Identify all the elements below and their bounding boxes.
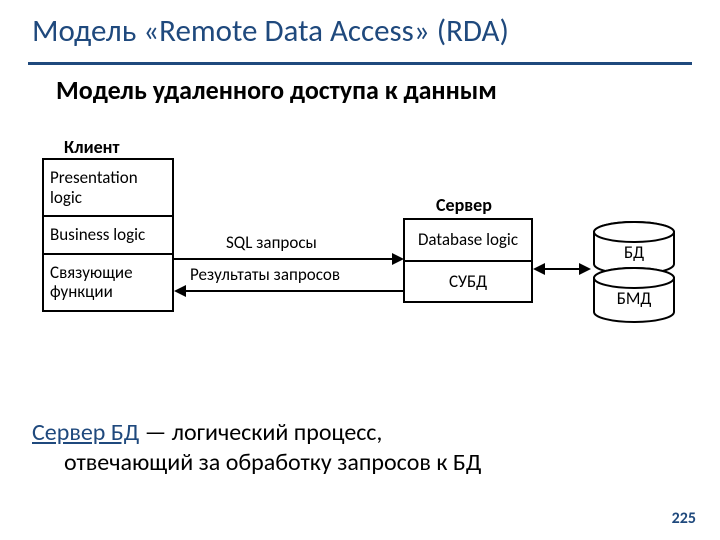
- server-label: Сервер: [436, 194, 492, 216]
- storage-stack: БД БМД: [590, 220, 678, 337]
- cylinder-icon: [590, 220, 678, 332]
- server-dblogic-cell: Database logic: [405, 220, 531, 260]
- page-number: 225: [672, 509, 696, 528]
- server-subd-cell: СУБД: [405, 260, 531, 302]
- definition-rest1: — логический процесс,: [139, 418, 382, 447]
- arrow-sql-label: SQL запросы: [226, 232, 317, 253]
- arrow-results: [174, 284, 404, 298]
- server-box: Database logic СУБД: [403, 218, 533, 303]
- definition: Сервер БД — логический процесс, отвечающ…: [32, 418, 672, 478]
- storage-bmd-label: БМД: [594, 288, 674, 309]
- slide-subtitle: Модель удаленного доступа к данным: [56, 74, 497, 106]
- arrow-results-label: Результаты запросов: [190, 264, 340, 285]
- arrow-db: [533, 262, 591, 276]
- client-box: Presentation logic Business logic Связую…: [42, 158, 174, 312]
- definition-term: Сервер БД: [32, 418, 139, 447]
- client-presentation-cell: Presentation logic: [44, 160, 172, 215]
- slide-title: Модель «Remote Data Access» (RDA): [32, 12, 509, 50]
- title-rule: [28, 62, 692, 65]
- client-binding-cell: Связующие функции: [44, 253, 172, 310]
- client-label: Клиент: [64, 136, 120, 158]
- definition-rest2: отвечающий за обработку запросов к БД: [32, 448, 672, 478]
- storage-db-label: БД: [594, 242, 674, 263]
- rda-diagram: Клиент Сервер Presentation logic Busines…: [16, 136, 696, 396]
- client-business-cell: Business logic: [44, 215, 172, 253]
